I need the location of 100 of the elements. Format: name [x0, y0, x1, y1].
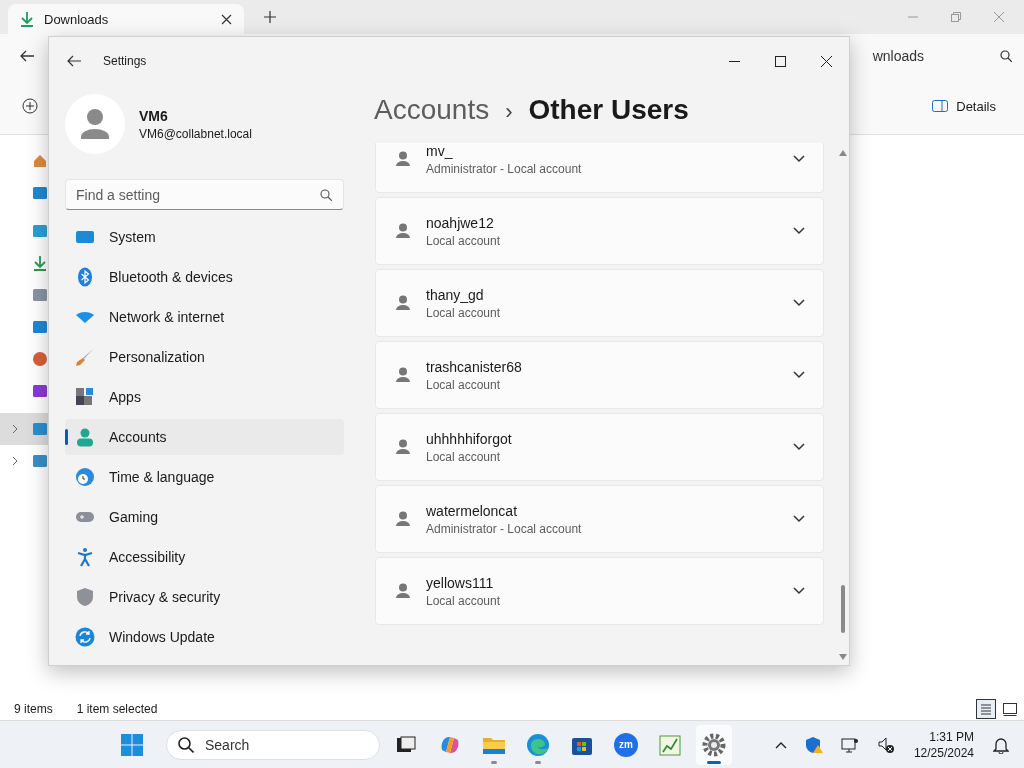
- account-type: Administrator - Local account: [426, 161, 583, 176]
- speaker-muted-icon[interactable]: [876, 735, 895, 754]
- nav-item[interactable]: Apps: [65, 379, 344, 415]
- add-icon[interactable]: [22, 98, 38, 114]
- back-icon[interactable]: [20, 50, 34, 62]
- user-card[interactable]: uhhhhhiforgot Local account: [375, 413, 824, 481]
- nav-item[interactable]: Gaming: [65, 499, 344, 535]
- user-card[interactable]: watermeloncat Administrator - Local account: [375, 485, 824, 553]
- user-card[interactable]: yellows111 Local account: [375, 557, 824, 625]
- user-card[interactable]: noahjwe12 Local account: [375, 197, 824, 265]
- chevron-icon[interactable]: [12, 456, 18, 466]
- shield-icon: [75, 587, 95, 607]
- list-view-icon[interactable]: [976, 699, 996, 719]
- panel-icon: [932, 100, 949, 112]
- window-title: Settings: [103, 54, 147, 68]
- account-type: Local account: [426, 233, 502, 248]
- breadcrumb-separator: ›: [505, 99, 513, 125]
- chevron-up-icon[interactable]: [774, 740, 787, 749]
- close-icon[interactable]: [821, 55, 832, 67]
- chevron-down-icon[interactable]: [793, 227, 805, 235]
- desktop-icon[interactable]: [32, 223, 48, 239]
- page-title: Other Users: [528, 94, 689, 126]
- address-text: wnloads: [872, 48, 924, 64]
- account-type: Administrator - Local account: [426, 521, 583, 536]
- chevron-down-icon[interactable]: [793, 371, 805, 379]
- nav-item[interactable]: Windows Update: [65, 619, 344, 655]
- bell-icon[interactable]: [993, 735, 1009, 754]
- chevron-down-icon[interactable]: [793, 443, 805, 451]
- user-name: watermeloncat: [426, 502, 519, 519]
- gear-icon[interactable]: [701, 731, 727, 758]
- user-card[interactable]: mv_ Administrator - Local account: [375, 143, 824, 193]
- nav-item[interactable]: Bluetooth & devices: [65, 259, 344, 295]
- nav-item[interactable]: Network & internet: [65, 299, 344, 335]
- person-icon: [396, 223, 410, 239]
- monitor-icon[interactable]: [840, 735, 859, 754]
- home-icon[interactable]: [32, 153, 48, 169]
- search-icon: [178, 736, 194, 753]
- account-type: Local account: [426, 377, 502, 392]
- account-type: Local account: [426, 305, 502, 320]
- nav-item[interactable]: Personalization: [65, 339, 344, 375]
- chevron-down-icon[interactable]: [793, 155, 805, 163]
- apps-icon: [75, 387, 95, 407]
- document-icon[interactable]: [32, 287, 48, 303]
- nav-item[interactable]: Accessibility: [65, 539, 344, 575]
- nav-item[interactable]: System: [65, 219, 344, 255]
- chevron-down-icon[interactable]: [793, 587, 805, 595]
- music-icon[interactable]: [32, 351, 48, 367]
- tree-row[interactable]: [0, 413, 48, 445]
- scroll-down-icon[interactable]: [838, 653, 848, 661]
- taskbar-search-field[interactable]: Search: [166, 729, 380, 760]
- close-icon[interactable]: [221, 13, 232, 25]
- person-icon: [396, 511, 410, 527]
- account-type: Local account: [426, 449, 502, 464]
- nav-item[interactable]: Time & language: [65, 459, 344, 495]
- chevron-icon[interactable]: [12, 424, 18, 434]
- video-icon[interactable]: [32, 383, 48, 399]
- gallery-icon[interactable]: [32, 319, 48, 335]
- app-label: zm: [618, 738, 634, 750]
- gallery-icon[interactable]: [32, 185, 48, 201]
- update-icon: [75, 627, 95, 647]
- download-icon: [20, 11, 34, 27]
- back-icon[interactable]: [67, 55, 81, 67]
- shield-warning-icon[interactable]: [804, 735, 823, 754]
- nav-item[interactable]: Privacy & security: [65, 579, 344, 615]
- chevron-down-icon[interactable]: [793, 299, 805, 307]
- pc-icon[interactable]: [32, 421, 48, 437]
- person-icon: [396, 367, 410, 383]
- chevron-down-icon[interactable]: [793, 515, 805, 523]
- clock-time[interactable]: 1:31 PM: [929, 728, 974, 745]
- new-tab-icon[interactable]: [264, 11, 276, 23]
- user-card[interactable]: trashcanister68 Local account: [375, 341, 824, 409]
- browser-tab[interactable]: Downloads: [8, 4, 244, 34]
- tiles-view-icon[interactable]: [1002, 701, 1018, 717]
- clock-date[interactable]: 12/25/2024: [913, 744, 974, 761]
- account-type: Local account: [426, 593, 502, 608]
- zoom-icon[interactable]: [613, 731, 639, 758]
- user-card[interactable]: thany_gd Local account: [375, 269, 824, 337]
- search-icon[interactable]: [1000, 50, 1012, 62]
- details-button[interactable]: Details: [926, 94, 1002, 118]
- bluetooth-icon: [75, 267, 95, 287]
- download-icon[interactable]: [32, 255, 48, 271]
- person-icon: [396, 295, 410, 311]
- user-name: trashcanister68: [426, 358, 523, 375]
- tab-title: Downloads: [44, 11, 110, 27]
- user-name: noahjwe12: [426, 214, 495, 231]
- brush-icon: [75, 347, 95, 367]
- person-icon: [396, 583, 410, 599]
- selection-count: 1 item selected: [76, 702, 158, 716]
- taskbar-app[interactable]: zm: [608, 724, 644, 765]
- start-icon[interactable]: [120, 732, 144, 757]
- user-name: mv_: [426, 143, 454, 159]
- breadcrumb-parent[interactable]: Accounts: [374, 94, 490, 126]
- nav-item[interactable]: Accounts: [65, 419, 344, 455]
- network-icon[interactable]: [32, 453, 48, 469]
- user-name: uhhhhhiforgot: [426, 430, 513, 447]
- user-name: VM6: [139, 107, 169, 124]
- maximize-icon[interactable]: [775, 55, 786, 67]
- scroll-up-icon[interactable]: [838, 149, 848, 157]
- setting-search-field[interactable]: Find a setting: [65, 179, 344, 210]
- edge-icon[interactable]: [525, 731, 551, 758]
